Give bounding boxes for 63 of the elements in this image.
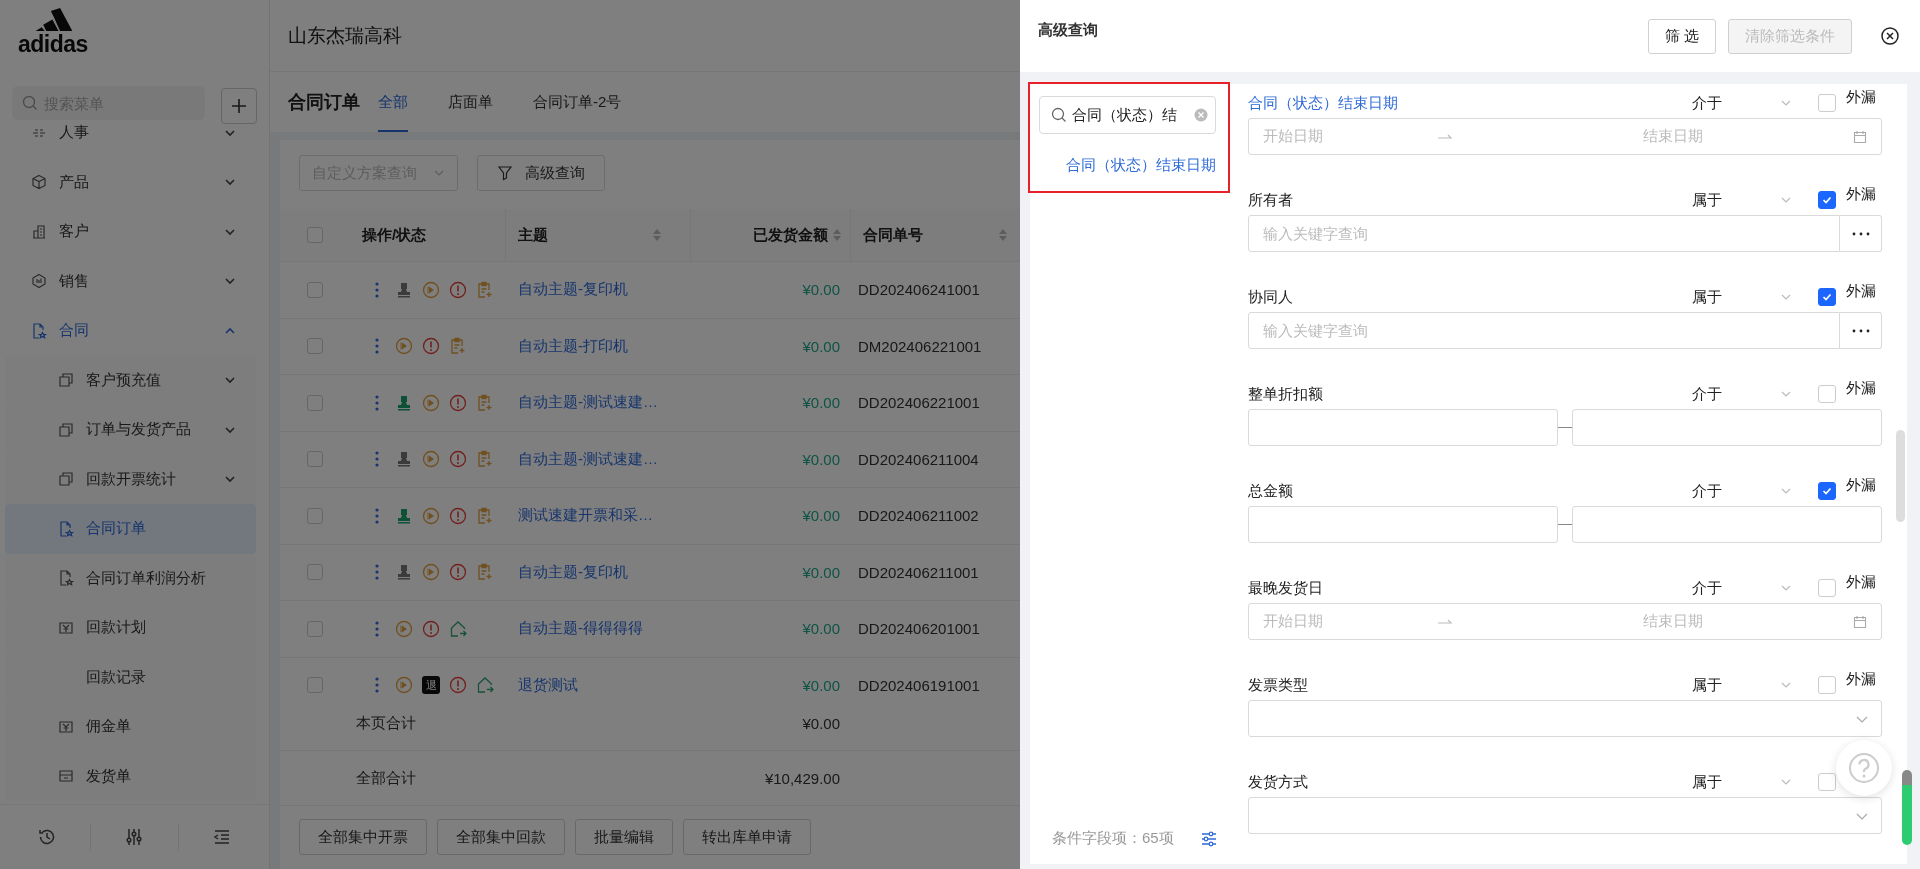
- amount-cell-text: ¥0.00: [801, 337, 841, 355]
- menu-label: 佣金单: [86, 717, 132, 737]
- drawer-title: 高级查询: [1038, 20, 1098, 40]
- exclude-label: 外漏: [1846, 185, 1877, 204]
- contract-number-cell-text: DM202406221001: [857, 337, 983, 355]
- total-amount: ¥10,429.00: [763, 769, 841, 787]
- contract-number-cell-text: DD202406191001: [857, 676, 981, 694]
- amount-cell-text: ¥0.00: [801, 563, 841, 581]
- menu-label: 回款记录: [86, 667, 147, 687]
- menu-label: 客户: [59, 222, 90, 242]
- start-date-placeholder: 开始日期: [1263, 612, 1324, 631]
- menu-label: 销售: [59, 271, 90, 291]
- amount-cell-text: ¥0.00: [801, 676, 841, 694]
- field-label: 协同人: [1248, 287, 1294, 307]
- field-label: 发货方式: [1248, 772, 1309, 792]
- logo-text: adidas: [18, 31, 88, 57]
- page-title: 合同订单: [288, 91, 360, 114]
- amount-cell-text: ¥0.00: [801, 450, 841, 468]
- field-label: 合同（状态）结束日期: [1248, 93, 1399, 113]
- menu-label: 回款计划: [86, 618, 147, 638]
- amount-cell-text: ¥0.00: [801, 507, 841, 525]
- field-label: 总金额: [1248, 481, 1294, 501]
- menu-label: 客户预充值: [86, 370, 162, 390]
- menu-label: 回款开票统计: [86, 469, 177, 489]
- exclude-label: 外漏: [1846, 476, 1877, 495]
- amount-cell-text: ¥0.00: [801, 394, 841, 412]
- menu-label: 合同订单利润分析: [86, 568, 207, 588]
- company-name: 山东杰瑞高科: [288, 23, 402, 48]
- menu-label: 发货单: [86, 766, 132, 786]
- field-label: 整单折扣额: [1248, 384, 1324, 404]
- contract-number-cell-text: DD202406221001: [857, 394, 981, 412]
- contract-number-cell-text: DD202406241001: [857, 281, 981, 299]
- field-label: 最晚发货日: [1248, 578, 1324, 598]
- column-header: 操作/状态: [362, 225, 427, 245]
- contract-number-cell-text: DD202406211001: [857, 563, 980, 581]
- menu-label: 订单与发货产品: [86, 420, 192, 440]
- end-date-placeholder: 结束日期: [1642, 612, 1704, 631]
- field-count: 条件字段项：65项: [1052, 829, 1174, 848]
- total-label: 全部合计: [355, 768, 417, 788]
- contract-number-cell-text: DD202406201001: [857, 620, 981, 638]
- menu-label: 人事: [59, 123, 90, 143]
- amount-cell-text: ¥0.00: [801, 620, 841, 638]
- contract-number-cell-text: DD202406211002: [857, 507, 980, 525]
- total-label: 本页合计: [355, 713, 417, 733]
- column-header: 合同单号: [863, 225, 923, 245]
- exclude-label: 外漏: [1846, 670, 1877, 689]
- field-label: 发票类型: [1248, 675, 1309, 695]
- exclude-label: 外漏: [1846, 282, 1877, 301]
- amount-cell-text: ¥0.00: [801, 281, 841, 299]
- return-badge: 退: [422, 676, 440, 695]
- exclude-label: 外漏: [1846, 573, 1877, 592]
- end-date-placeholder: 结束日期: [1642, 127, 1704, 146]
- contract-number-cell-text: DD202406211004: [857, 450, 980, 468]
- total-amount: ¥0.00: [801, 714, 841, 732]
- exclude-label: 外漏: [1846, 88, 1877, 107]
- field-label: 所有者: [1248, 190, 1294, 210]
- start-date-placeholder: 开始日期: [1263, 127, 1324, 146]
- column-header: 已发货金额: [753, 225, 828, 245]
- menu-label: 产品: [59, 172, 90, 192]
- menu-label: 合同: [59, 321, 90, 341]
- exclude-label: 外漏: [1846, 379, 1877, 398]
- menu-label: 合同订单: [86, 519, 147, 539]
- column-header: 主题: [518, 225, 548, 245]
